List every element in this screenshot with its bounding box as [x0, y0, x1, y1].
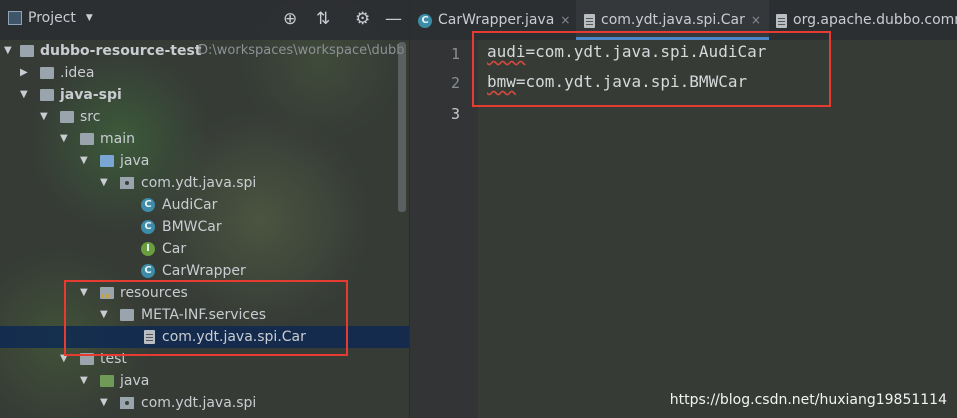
chevron-down-icon[interactable]: ▼ [100, 304, 108, 326]
tree-item-label: BMWCar [162, 219, 222, 235]
project-window-icon [8, 11, 22, 25]
ide-window: Project ▼ ⊕ ⇅ ⚙ — ▼ dubbo-resource-test … [0, 0, 957, 418]
folder-icon [40, 67, 54, 79]
tree-item-label: .idea [60, 65, 95, 81]
chevron-down-icon[interactable]: ▼ [4, 40, 12, 62]
tree-item-label: src [80, 109, 101, 125]
tree-item-path: D:\workspaces\workspace\dubb [198, 43, 405, 58]
property-key: bmw [487, 72, 516, 91]
folder-icon [80, 133, 94, 145]
tree-item-audicar[interactable]: C AudiCar [0, 194, 409, 216]
tree-scrollbar[interactable] [398, 42, 406, 212]
property-value: =com.ydt.java.spi.BMWCar [515, 72, 748, 91]
tree-item-dubbo-resource-test[interactable]: ▼ dubbo-resource-test D:\workspaces\work… [0, 40, 409, 62]
class-icon: C [418, 14, 432, 28]
tree-item-main[interactable]: ▼ main [0, 128, 409, 150]
interface-icon: I [141, 242, 155, 256]
collapse-icon[interactable]: ⇅ [316, 9, 330, 29]
folder-icon [80, 353, 94, 365]
chevron-down-icon[interactable]: ▼ [60, 128, 68, 150]
source-folder-icon [100, 155, 114, 167]
tree-item-test-package[interactable]: ▼ com.ydt.java.spi [0, 392, 409, 414]
line-number: 1 [450, 45, 460, 63]
folder-icon [60, 111, 74, 123]
watermark-text: https://blog.csdn.net/huxiang19851114 [669, 392, 947, 408]
module-folder-icon [20, 45, 34, 57]
class-icon: C [141, 198, 155, 212]
tab-label: org.apache.dubbo.comm [793, 12, 957, 28]
chevron-down-icon[interactable]: ▼ [80, 370, 88, 392]
tree-item-carwrapper[interactable]: C CarWrapper [0, 260, 409, 282]
tab-carwrapper[interactable]: C CarWrapper.java × [418, 0, 570, 40]
chevron-down-icon[interactable]: ▼ [100, 172, 108, 194]
tree-item-label: resources [120, 285, 188, 301]
line-number: 3 [450, 105, 460, 123]
tree-item-label: Car [162, 241, 187, 257]
tree-item-src[interactable]: ▼ src [0, 106, 409, 128]
tree-item-label: dubbo-resource-test [40, 43, 202, 59]
tree-item-label: java [120, 373, 150, 389]
chevron-right-icon[interactable]: ▶ [20, 62, 28, 84]
tree-item-test[interactable]: ▼ test [0, 348, 409, 370]
tree-item-test-java[interactable]: ▼ java [0, 370, 409, 392]
tree-item-label: main [100, 131, 135, 147]
property-key: audi [487, 42, 526, 61]
code-line-1[interactable]: audi=com.ydt.java.spi.AudiCar [487, 42, 766, 61]
tab-spi-file[interactable]: com.ydt.java.spi.Car × [576, 0, 769, 40]
tab-label: com.ydt.java.spi.Car [601, 12, 745, 28]
chevron-down-icon: ▼ [85, 13, 93, 23]
line-number-gutter: 1 2 3 [410, 40, 478, 418]
chevron-down-icon[interactable]: ▼ [80, 150, 88, 172]
chevron-down-icon[interactable]: ▼ [20, 84, 28, 106]
tree-item-resources[interactable]: ▼ resources [0, 282, 409, 304]
editor-tab-bar: C CarWrapper.java × com.ydt.java.spi.Car × … [410, 0, 957, 40]
class-icon: C [141, 220, 155, 234]
project-panel-header: Project ▼ ⊕ ⇅ ⚙ — [0, 0, 409, 40]
tree-item-label: AudiCar [162, 197, 218, 213]
project-title: Project [28, 10, 76, 26]
tree-item-label: test [100, 351, 127, 367]
chevron-down-icon[interactable]: ▼ [100, 392, 108, 414]
crosshair-icon[interactable]: ⊕ [283, 9, 297, 29]
gear-icon[interactable]: ⚙ [355, 9, 370, 29]
resources-folder-icon [100, 287, 114, 299]
test-folder-icon [100, 375, 114, 387]
tree-item-label: CarWrapper [162, 263, 246, 279]
tree-item-label: META-INF.services [141, 307, 267, 323]
module-folder-icon [40, 89, 54, 101]
chevron-down-icon[interactable]: ▼ [40, 106, 48, 128]
tree-item-java-spi[interactable]: ▼ java-spi [0, 84, 409, 106]
file-icon [776, 14, 787, 28]
close-icon[interactable]: × [751, 13, 761, 27]
tree-item-package[interactable]: ▼ com.ydt.java.spi [0, 172, 409, 194]
close-icon[interactable]: × [560, 13, 570, 27]
minimize-icon[interactable]: — [385, 9, 402, 29]
project-view-selector[interactable]: Project ▼ [8, 10, 93, 26]
tree-item-idea[interactable]: ▶ .idea [0, 62, 409, 84]
class-icon: C [141, 264, 155, 278]
tree-item-spi-file[interactable]: com.ydt.java.spi.Car [0, 326, 409, 348]
tree-item-label: com.ydt.java.spi.Car [162, 329, 306, 345]
chevron-down-icon[interactable]: ▼ [60, 348, 68, 370]
file-icon [584, 14, 595, 28]
code-line-2[interactable]: bmw=com.ydt.java.spi.BMWCar [487, 72, 747, 91]
project-panel: Project ▼ ⊕ ⇅ ⚙ — ▼ dubbo-resource-test … [0, 0, 409, 418]
tab-label: CarWrapper.java [438, 12, 555, 28]
tree-item-label: java-spi [60, 87, 122, 103]
tree-item-bmwcar[interactable]: C BMWCar [0, 216, 409, 238]
tree-item-java[interactable]: ▼ java [0, 150, 409, 172]
property-value: =com.ydt.java.spi.AudiCar [525, 42, 767, 61]
tree-item-car[interactable]: I Car [0, 238, 409, 260]
tab-dubbo-file[interactable]: org.apache.dubbo.comm [776, 0, 957, 40]
folder-icon [120, 309, 134, 321]
file-icon [144, 330, 155, 344]
tree-item-label: java [120, 153, 150, 169]
tree-item-label: com.ydt.java.spi [141, 175, 257, 191]
package-icon [120, 397, 134, 409]
chevron-down-icon[interactable]: ▼ [80, 282, 88, 304]
tree-item-meta-inf-services[interactable]: ▼ META-INF.services [0, 304, 409, 326]
package-icon [120, 177, 134, 189]
line-number: 2 [450, 74, 460, 92]
tree-item-label: com.ydt.java.spi [141, 395, 257, 411]
